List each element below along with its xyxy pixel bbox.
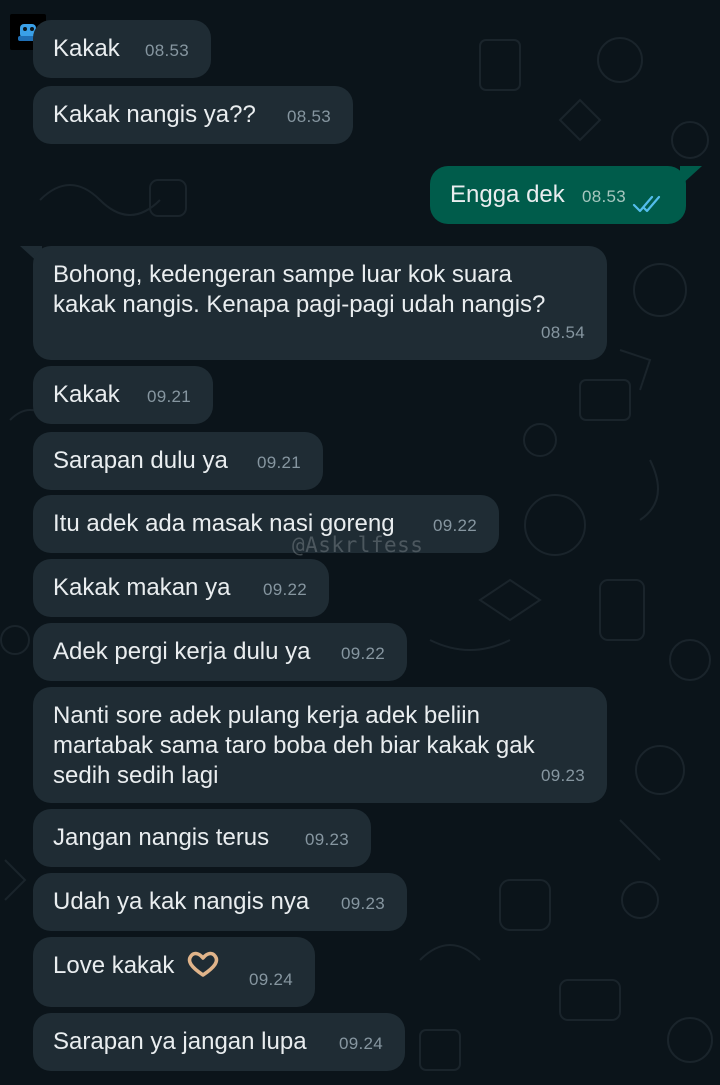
message-bubble-outgoing[interactable]: Engga dek 08.53 bbox=[430, 166, 686, 224]
message-text: Kakak makan ya bbox=[53, 574, 231, 601]
message-text: Bohong, kedengeran sampe luar kok suara … bbox=[53, 261, 546, 318]
message-time: 09.21 bbox=[256, 453, 301, 472]
message-bubble[interactable]: Kakak makan ya 09.22 bbox=[33, 559, 329, 617]
message-text: Kakak nangis ya?? bbox=[53, 101, 256, 128]
message-text: Kakak bbox=[53, 35, 120, 62]
message-text: Jangan nangis terus bbox=[53, 824, 270, 851]
message-time: 09.22 bbox=[340, 644, 385, 663]
message-time: 09.21 bbox=[146, 387, 191, 406]
message-bubble[interactable]: Kakak 09.21 bbox=[33, 366, 213, 424]
message-bubble[interactable]: Kakak nangis ya?? 08.53 bbox=[33, 86, 353, 144]
message-time: 08.53 bbox=[581, 187, 626, 206]
message-bubble[interactable]: Sarapan dulu ya 09.21 bbox=[33, 432, 323, 490]
message-text: Sarapan ya jangan lupa bbox=[53, 1028, 307, 1055]
watermark-text: @Askrlfess bbox=[292, 533, 424, 557]
bubble-tail bbox=[680, 166, 702, 186]
message-bubble[interactable]: Udah ya kak nangis nya 09.23 bbox=[33, 873, 407, 931]
message-time: 09.23 bbox=[540, 766, 585, 785]
message-bubble[interactable]: Nanti sore adek pulang kerja adek beliin… bbox=[33, 687, 607, 803]
message-text: Udah ya kak nangis nya bbox=[53, 888, 310, 915]
message-time: 09.23 bbox=[304, 830, 349, 849]
read-ticks-icon bbox=[632, 195, 661, 213]
message-time: 08.53 bbox=[286, 107, 331, 126]
message-time: 09.23 bbox=[340, 894, 385, 913]
message-time: 09.24 bbox=[248, 970, 293, 989]
message-time: 08.54 bbox=[540, 323, 585, 342]
message-text: Love kakak bbox=[53, 952, 175, 979]
message-bubble[interactable]: Jangan nangis terus 09.23 bbox=[33, 809, 371, 867]
message-time: 09.22 bbox=[432, 516, 477, 535]
message-bubble[interactable]: Sarapan ya jangan lupa 09.24 bbox=[33, 1013, 405, 1071]
message-text: Adek pergi kerja dulu ya bbox=[53, 638, 311, 665]
message-text: Sarapan dulu ya bbox=[53, 447, 228, 474]
message-time: 09.24 bbox=[338, 1034, 383, 1053]
message-bubble[interactable]: Adek pergi kerja dulu ya 09.22 bbox=[33, 623, 407, 681]
message-bubble[interactable]: Love kakak 09.24 bbox=[33, 937, 315, 1007]
message-text: Nanti sore adek pulang kerja adek beliin… bbox=[53, 702, 535, 789]
message-bubble[interactable]: Itu adek ada masak nasi goreng 09.22 bbox=[33, 495, 499, 553]
message-bubble[interactable]: Bohong, kedengeran sampe luar kok suara … bbox=[33, 246, 607, 360]
heart-hands-icon bbox=[187, 951, 219, 977]
message-text: Kakak bbox=[53, 381, 120, 408]
message-text: Engga dek bbox=[450, 181, 565, 208]
message-time: 08.53 bbox=[144, 41, 189, 60]
message-bubble[interactable]: Kakak 08.53 bbox=[33, 20, 211, 78]
message-time: 09.22 bbox=[262, 580, 307, 599]
